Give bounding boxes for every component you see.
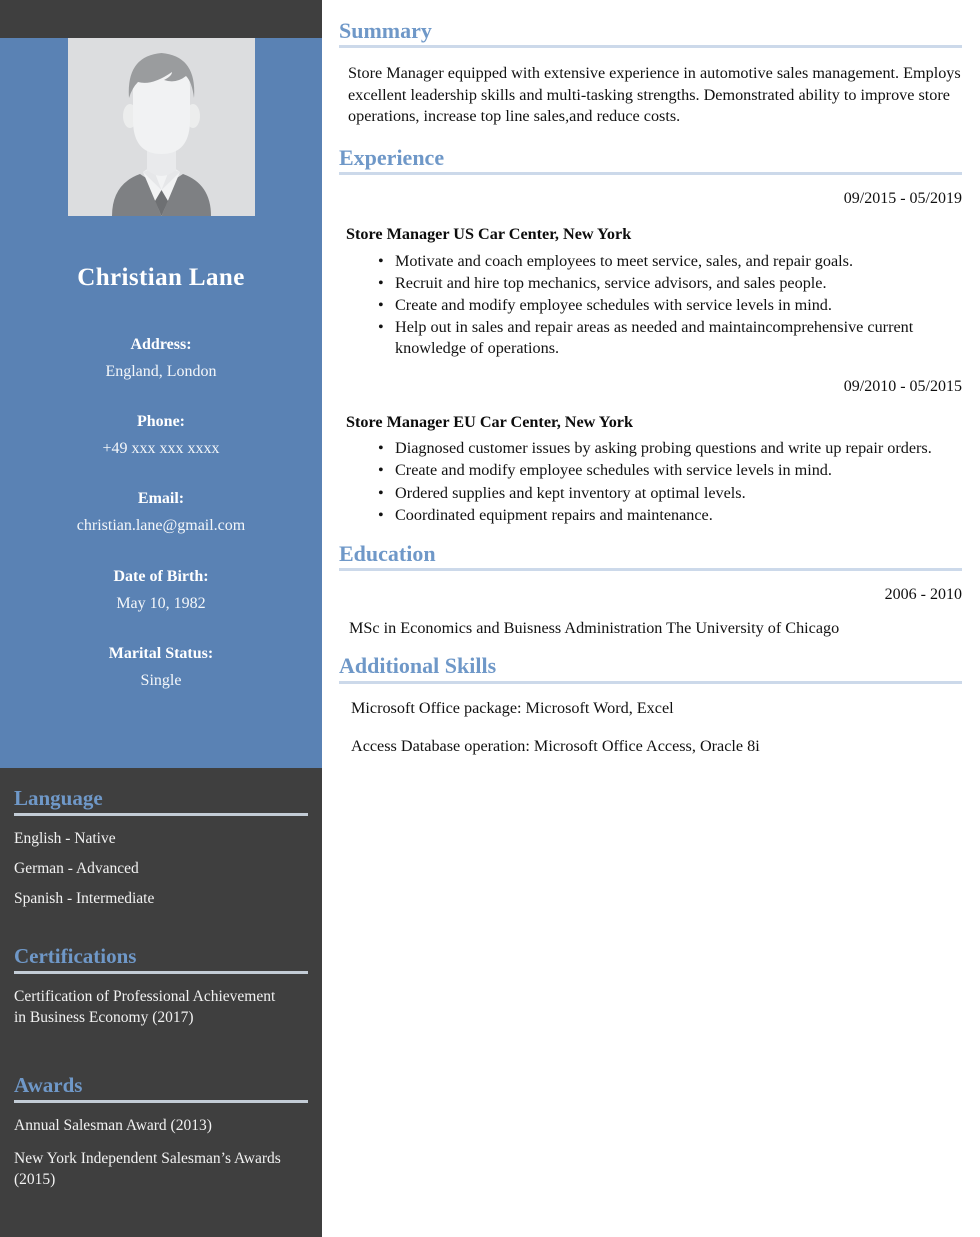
education-entry: MSc in Economics and Buisness Administra… — [349, 619, 840, 638]
sidebar-dark-panel: Language English - Native German - Advan… — [0, 768, 322, 1191]
list-item: German - Advanced — [14, 860, 139, 878]
main-content: Summary Store Manager equipped with exte… — [322, 0, 980, 1237]
contact-value: christian.lane@gmail.com — [76, 517, 246, 535]
list-item: Help out in sales and repair areas as ne… — [378, 317, 962, 359]
section-heading-language: Language — [14, 786, 103, 810]
experience-bullets: Motivate and coach employees to meet ser… — [339, 251, 962, 359]
heading-rule — [339, 567, 962, 571]
experience-entry: 09/2015 - 05/2019 Store Manager US Car C… — [339, 189, 962, 359]
sidebar-profile-panel: Christian Lane Address: England, London … — [0, 38, 322, 768]
heading-rule — [14, 1100, 308, 1104]
heading-rule — [339, 680, 962, 684]
heading-rule — [339, 172, 962, 176]
heading-rule — [339, 45, 962, 49]
section-awards: Awards Annual Salesman Award (2013) New … — [14, 1073, 308, 1191]
list-item: Motivate and coach employees to meet ser… — [378, 251, 962, 272]
experience-title: Store Manager EU Car Center, New York — [346, 413, 633, 432]
contact-label: Email: — [137, 490, 185, 508]
section-education: Education 2006 - 2010 MSc in Economics a… — [339, 541, 962, 640]
sidebar: Christian Lane Address: England, London … — [0, 0, 322, 1237]
list-item: Ordered supplies and kept inventory at o… — [378, 483, 962, 504]
list-item: Coordinated equipment repairs and mainte… — [378, 505, 962, 526]
contact-phone: Phone: +49 xxx xxx xxxx — [0, 410, 322, 460]
contact-label: Marital Status: — [108, 645, 214, 662]
list-item: English - Native — [14, 830, 116, 848]
list-item: Create and modify employee schedules wit… — [378, 460, 962, 481]
contact-block: Address: England, London Phone: +49 xxx … — [0, 333, 322, 693]
contact-address: Address: England, London — [0, 333, 322, 383]
list-item: Diagnosed customer issues by asking prob… — [378, 438, 962, 459]
contact-date-of-birth: Date of Birth: May 10, 1982 — [0, 565, 322, 615]
section-language: Language English - Native German - Advan… — [14, 786, 308, 910]
list-item: Certification of Professional Achievemen… — [14, 988, 276, 1026]
heading-rule — [14, 971, 308, 975]
list-item: Create and modify employee schedules wit… — [378, 295, 962, 316]
experience-title: Store Manager US Car Center, New York — [346, 225, 632, 244]
experience-entry: 09/2010 - 05/2015 Store Manager EU Car C… — [339, 377, 962, 526]
section-certifications: Certifications Certification of Professi… — [14, 944, 308, 1029]
list-item: New York Independent Salesman’s Awards (… — [14, 1149, 281, 1188]
contact-value: Single — [140, 672, 182, 690]
section-summary: Summary Store Manager equipped with exte… — [339, 18, 962, 128]
contact-value: England, London — [105, 362, 217, 380]
skill-item: Access Database operation: Microsoft Off… — [351, 736, 760, 755]
list-item: Recruit and hire top mechanics, service … — [378, 273, 962, 294]
section-heading-certifications: Certifications — [14, 943, 137, 968]
section-heading-education: Education — [339, 540, 436, 566]
contact-marital-status: Marital Status: Single — [0, 642, 322, 692]
heading-rule — [14, 813, 308, 817]
contact-value: May 10, 1982 — [116, 594, 206, 612]
list-item: Annual Salesman Award (2013) — [14, 1117, 212, 1135]
contact-label: Address: — [130, 335, 192, 353]
contact-email: Email: christian.lane@gmail.com — [0, 487, 322, 537]
avatar — [67, 38, 255, 216]
list-item: Spanish - Intermediate — [14, 889, 155, 907]
section-experience: Experience 09/2015 - 05/2019 Store Manag… — [339, 145, 962, 526]
section-heading-summary: Summary — [339, 18, 432, 43]
avatar-placeholder-icon — [67, 38, 255, 216]
experience-date: 09/2010 - 05/2015 — [843, 377, 962, 395]
contact-label: Phone: — [137, 412, 185, 430]
summary-text: Store Manager equipped with extensive ex… — [348, 64, 961, 126]
skill-item: Microsoft Office package: Microsoft Word… — [351, 698, 674, 717]
section-heading-experience: Experience — [339, 144, 445, 170]
education-date: 2006 - 2010 — [884, 585, 962, 603]
contact-label: Date of Birth: — [113, 567, 209, 585]
experience-date: 09/2015 - 05/2019 — [843, 190, 962, 208]
experience-bullets: Diagnosed customer issues by asking prob… — [339, 438, 962, 525]
contact-value: +49 xxx xxx xxxx — [102, 440, 220, 458]
section-additional-skills: Additional Skills Microsoft Office packa… — [339, 653, 962, 756]
person-name: Christian Lane — [77, 264, 245, 291]
resume-page: Christian Lane Address: England, London … — [0, 0, 980, 1237]
section-heading-awards: Awards — [14, 1072, 83, 1097]
section-heading-additional-skills: Additional Skills — [339, 653, 497, 679]
